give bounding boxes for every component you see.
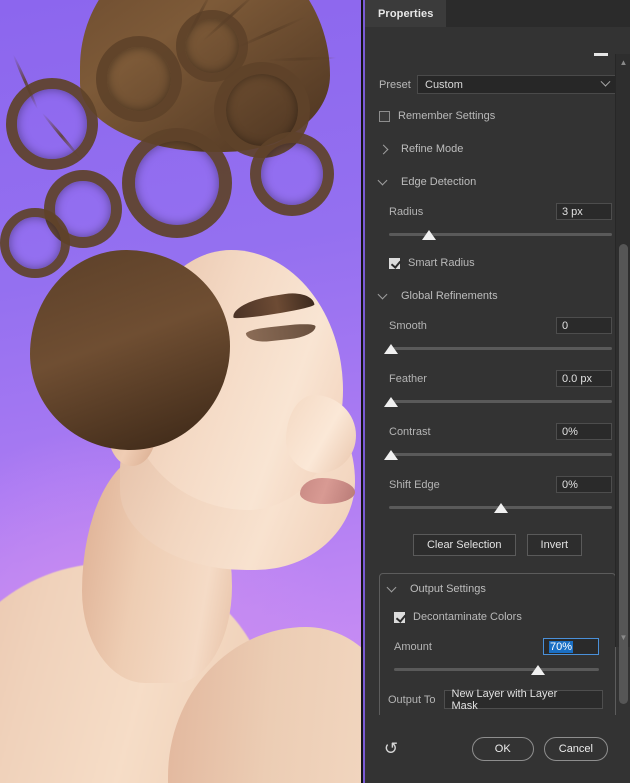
amount-value-text: 70% <box>549 640 574 653</box>
feather-label: Feather <box>389 372 427 385</box>
output-settings-group: Output Settings Decontaminate Colors Amo… <box>379 573 616 715</box>
contrast-track[interactable] <box>389 453 612 456</box>
radius-label: Radius <box>389 205 424 218</box>
amount-slider[interactable] <box>394 664 599 676</box>
smooth-value-field[interactable]: 0 <box>556 317 612 334</box>
chevron-down-icon[interactable] <box>379 294 395 298</box>
hair-curl <box>0 208 70 278</box>
preset-value: Custom <box>425 78 463 91</box>
chevron-down-icon <box>600 76 611 87</box>
subject-hair-side <box>30 250 230 450</box>
chevron-right-icon[interactable] <box>379 146 395 153</box>
amount-value-field[interactable]: 70% <box>543 638 599 655</box>
section-global-refinements-label: Global Refinements <box>401 290 498 302</box>
amount-label: Amount <box>394 640 432 653</box>
shift-edge-slider-group: Shift Edge 0% <box>379 476 616 514</box>
preset-row: Preset Custom <box>379 75 616 94</box>
preset-select[interactable]: Custom <box>417 75 616 94</box>
image-canvas[interactable] <box>0 0 363 783</box>
amount-track[interactable] <box>394 668 599 671</box>
hair-curl <box>96 36 182 122</box>
preset-label: Preset <box>379 78 411 91</box>
feather-row: Feather 0.0 px <box>389 370 612 387</box>
remember-settings-checkbox[interactable] <box>379 110 390 122</box>
output-to-value: New Layer with Layer Mask <box>451 687 558 712</box>
shift-edge-label: Shift Edge <box>389 478 440 491</box>
panel-body: Preset Custom Remember Settings Refine M… <box>365 27 630 715</box>
radius-value-field[interactable]: 3 px <box>556 203 612 220</box>
ok-button[interactable]: OK <box>471 737 534 761</box>
chevron-down-icon[interactable]: ▼ <box>616 631 630 645</box>
properties-panel: Properties Preset Custom Remember Settin… <box>363 0 630 783</box>
smooth-thumb[interactable] <box>384 344 399 354</box>
subject-lips <box>300 478 355 504</box>
contrast-slider[interactable] <box>384 449 612 461</box>
chevron-down-icon[interactable] <box>379 180 395 184</box>
section-output-settings-label: Output Settings <box>410 583 486 595</box>
amount-slider-group: Amount 70% <box>388 638 603 676</box>
section-refine-mode-label: Refine Mode <box>401 143 464 155</box>
shift-edge-value-field[interactable]: 0% <box>556 476 612 493</box>
output-to-row: Output To New Layer with Layer Mask <box>388 687 603 712</box>
contrast-row: Contrast 0% <box>389 423 612 440</box>
output-to-label: Output To <box>388 693 436 706</box>
section-global-refinements[interactable]: Global Refinements <box>379 290 616 302</box>
chevron-down-icon[interactable] <box>388 587 404 591</box>
feather-slider[interactable] <box>384 396 612 408</box>
smooth-track[interactable] <box>389 347 612 350</box>
radius-thumb[interactable] <box>422 230 437 240</box>
hair-curl <box>250 132 334 216</box>
refine-edge-workspace: Properties Preset Custom Remember Settin… <box>0 0 630 783</box>
selection-actions: Clear Selection Invert <box>379 534 616 556</box>
smart-radius-row[interactable]: Smart Radius <box>389 257 616 269</box>
smart-radius-label: Smart Radius <box>408 257 475 269</box>
shift-edge-slider[interactable] <box>389 502 612 514</box>
panel-footer: ↺ OK Cancel <box>365 715 630 783</box>
section-output-settings[interactable]: Output Settings <box>388 583 603 595</box>
contrast-thumb[interactable] <box>384 450 399 460</box>
chevron-up-icon[interactable]: ▲ <box>616 56 630 70</box>
smooth-label: Smooth <box>389 319 427 332</box>
smooth-row: Smooth 0 <box>389 317 612 334</box>
feather-slider-group: Feather 0.0 px <box>379 370 616 408</box>
shift-edge-row: Shift Edge 0% <box>389 476 612 493</box>
invert-button[interactable]: Invert <box>526 534 583 556</box>
remember-settings-row[interactable]: Remember Settings <box>379 110 616 122</box>
amount-thumb[interactable] <box>530 665 545 675</box>
section-refine-mode[interactable]: Refine Mode <box>379 143 616 155</box>
panel-tabbar: Properties <box>365 0 630 27</box>
decontaminate-colors-checkbox[interactable] <box>394 611 405 623</box>
feather-thumb[interactable] <box>384 397 399 407</box>
output-to-select[interactable]: New Layer with Layer Mask <box>443 687 603 712</box>
shift-edge-thumb[interactable] <box>493 503 508 513</box>
smart-radius-checkbox[interactable] <box>389 257 400 269</box>
amount-row: Amount 70% <box>394 638 599 655</box>
contrast-slider-group: Contrast 0% <box>379 423 616 461</box>
feather-value-field[interactable]: 0.0 px <box>556 370 612 387</box>
footer-buttons: OK Cancel <box>471 737 614 761</box>
radius-row: Radius 3 px <box>389 203 612 220</box>
cancel-button[interactable]: Cancel <box>543 737 608 761</box>
decontaminate-colors-label: Decontaminate Colors <box>413 611 522 623</box>
decontaminate-colors-row[interactable]: Decontaminate Colors <box>394 611 603 623</box>
minimize-icon[interactable] <box>594 53 608 56</box>
radius-slider[interactable] <box>389 229 612 241</box>
panel-scrollbar[interactable]: ▲ ▼ <box>615 54 630 704</box>
smooth-slider-group: Smooth 0 <box>379 317 616 355</box>
tab-properties[interactable]: Properties <box>365 0 447 27</box>
contrast-value-field[interactable]: 0% <box>556 423 612 440</box>
reset-undo-icon[interactable]: ↺ <box>381 739 401 759</box>
section-edge-detection-label: Edge Detection <box>401 176 477 188</box>
smooth-slider[interactable] <box>384 343 612 355</box>
radius-slider-group: Radius 3 px <box>379 203 616 241</box>
clear-selection-button[interactable]: Clear Selection <box>412 534 516 556</box>
feather-track[interactable] <box>389 400 612 403</box>
remember-settings-label: Remember Settings <box>398 110 496 122</box>
hair-curl <box>122 128 232 238</box>
section-edge-detection[interactable]: Edge Detection <box>379 176 616 188</box>
contrast-label: Contrast <box>389 425 431 438</box>
